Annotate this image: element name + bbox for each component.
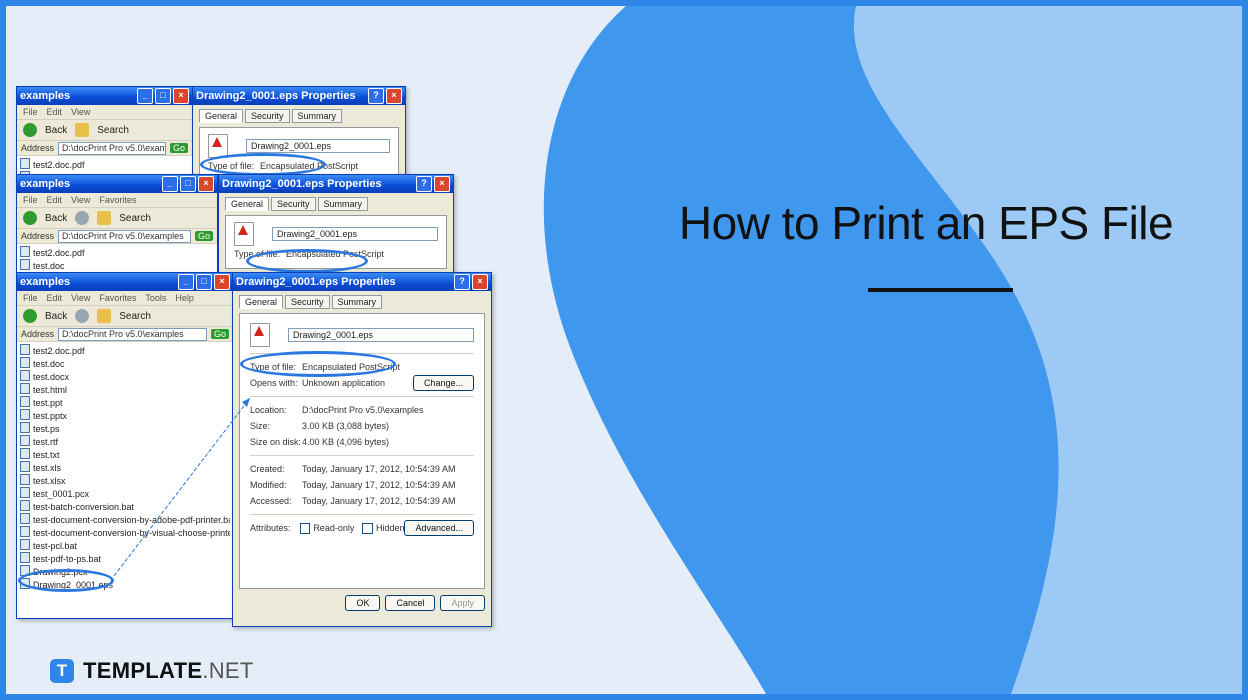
brand-logo: T TEMPLATE.NET <box>50 658 254 684</box>
headline-underline <box>868 288 1013 292</box>
arrow-line <box>113 397 251 577</box>
template-logo-icon: T <box>50 659 74 683</box>
connector-arrow <box>113 397 251 577</box>
brand-name: TEMPLATE.NET <box>83 658 254 684</box>
canvas: examples _ □ × File Edit View Back Search Addr… <box>6 6 1242 694</box>
brand-name-suffix: .NET <box>202 658 254 683</box>
brand-name-main: TEMPLATE <box>83 658 203 683</box>
headline: How to Print an EPS File <box>678 197 1174 249</box>
arrow-head <box>242 398 250 407</box>
outer-frame: examples _ □ × File Edit View Back Search Addr… <box>0 0 1248 700</box>
